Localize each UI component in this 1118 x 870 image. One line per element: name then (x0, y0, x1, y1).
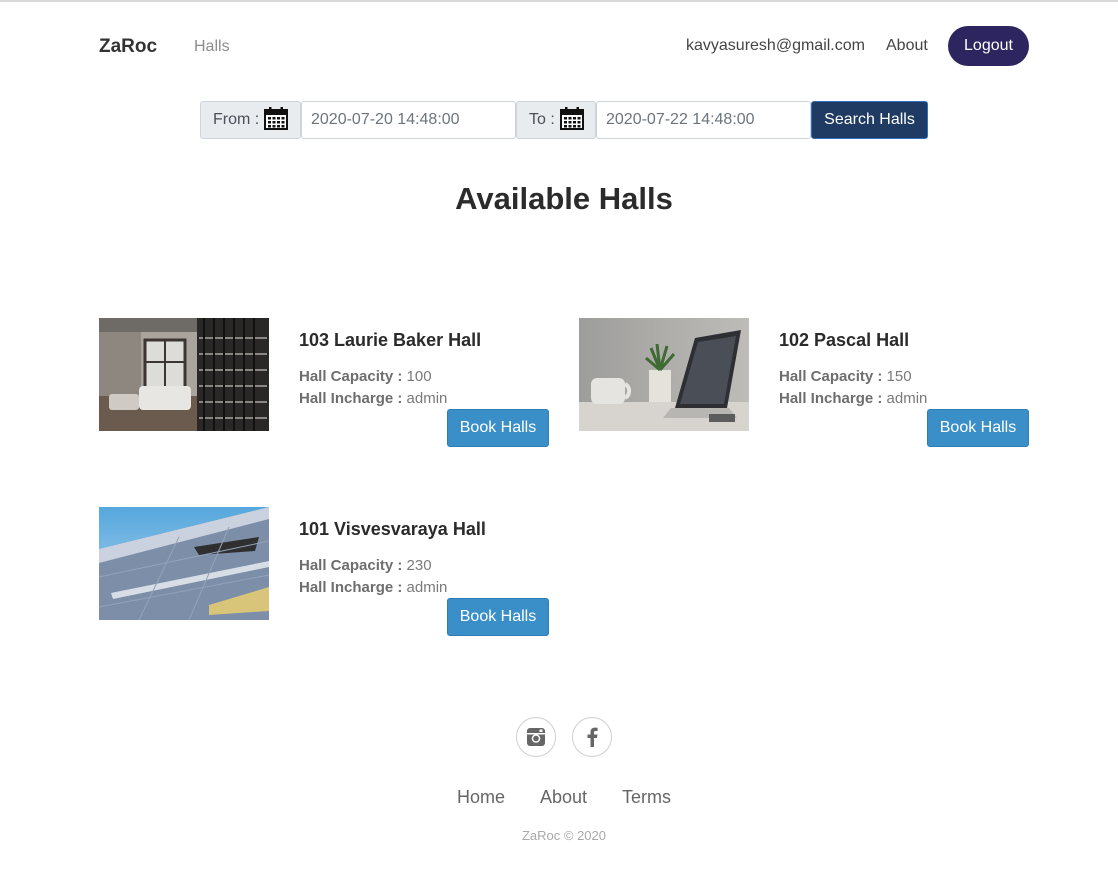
facebook-icon[interactable] (572, 717, 612, 757)
hall-incharge: Hall Incharge : admin (299, 579, 447, 596)
from-date-input[interactable] (301, 101, 516, 139)
to-date-input[interactable] (596, 101, 811, 139)
book-hall-button[interactable]: Book Halls (927, 409, 1029, 447)
to-addon[interactable]: To : (516, 101, 596, 139)
incharge-label: Hall Incharge : (299, 390, 403, 407)
calendar-icon (559, 106, 584, 135)
hall-card: 103 Laurie Baker Hall Hall Capacity : 10… (99, 318, 549, 448)
instagram-icon[interactable] (516, 717, 556, 757)
footer-link-home[interactable]: Home (457, 787, 505, 807)
hall-name: 102 Pascal Hall (779, 330, 910, 350)
hall-capacity: Hall Capacity : 100 (299, 368, 432, 385)
user-email-link[interactable]: kavyasuresh@gmail.com (686, 37, 865, 55)
capacity-value: 100 (406, 368, 432, 385)
hall-image (99, 318, 269, 431)
from-addon[interactable]: From : (200, 101, 301, 139)
nav-link-about[interactable]: About (886, 37, 928, 55)
footer-link-terms[interactable]: Terms (622, 787, 671, 807)
date-search-form: From : To : (200, 101, 928, 139)
capacity-value: 150 (886, 368, 912, 385)
footer-link-about[interactable]: About (540, 787, 587, 807)
incharge-label: Hall Incharge : (779, 390, 883, 407)
hall-card: 101 Visvesvaraya Hall Hall Capacity : 23… (99, 507, 549, 637)
capacity-label: Hall Capacity : (299, 557, 403, 574)
hall-incharge: Hall Incharge : admin (779, 390, 927, 407)
hall-capacity: Hall Capacity : 230 (299, 557, 432, 574)
copyright: ZaRoc © 2020 (521, 828, 606, 843)
book-hall-button[interactable]: Book Halls (447, 409, 549, 447)
hall-image (99, 507, 269, 620)
search-halls-button[interactable]: Search Halls (811, 101, 928, 139)
brand-logo[interactable]: ZaRoc (99, 36, 157, 58)
hall-name: 103 Laurie Baker Hall (299, 330, 482, 350)
incharge-label: Hall Incharge : (299, 579, 403, 596)
page-title: Available Halls (455, 181, 673, 216)
top-border (0, 0, 1118, 2)
calendar-icon (264, 106, 289, 135)
from-label: From : (213, 111, 260, 128)
capacity-label: Hall Capacity : (299, 368, 403, 385)
logout-button[interactable]: Logout (948, 26, 1029, 66)
footer-links: Home About Terms (0, 787, 1118, 808)
navbar: ZaRoc Halls kavyasuresh@gmail.com About … (99, 26, 1029, 66)
hall-incharge: Hall Incharge : admin (299, 390, 447, 407)
hall-capacity: Hall Capacity : 150 (779, 368, 912, 385)
incharge-value: admin (406, 579, 448, 596)
nav-link-halls[interactable]: Halls (194, 38, 230, 56)
book-hall-button[interactable]: Book Halls (447, 598, 549, 636)
incharge-value: admin (406, 390, 448, 407)
capacity-label: Hall Capacity : (779, 368, 883, 385)
hall-image (579, 318, 749, 431)
capacity-value: 230 (406, 557, 432, 574)
hall-card: 102 Pascal Hall Hall Capacity : 150 Hall… (579, 318, 1029, 448)
to-label: To : (529, 111, 555, 128)
hall-name: 101 Visvesvaraya Hall (299, 519, 486, 539)
incharge-value: admin (886, 390, 928, 407)
